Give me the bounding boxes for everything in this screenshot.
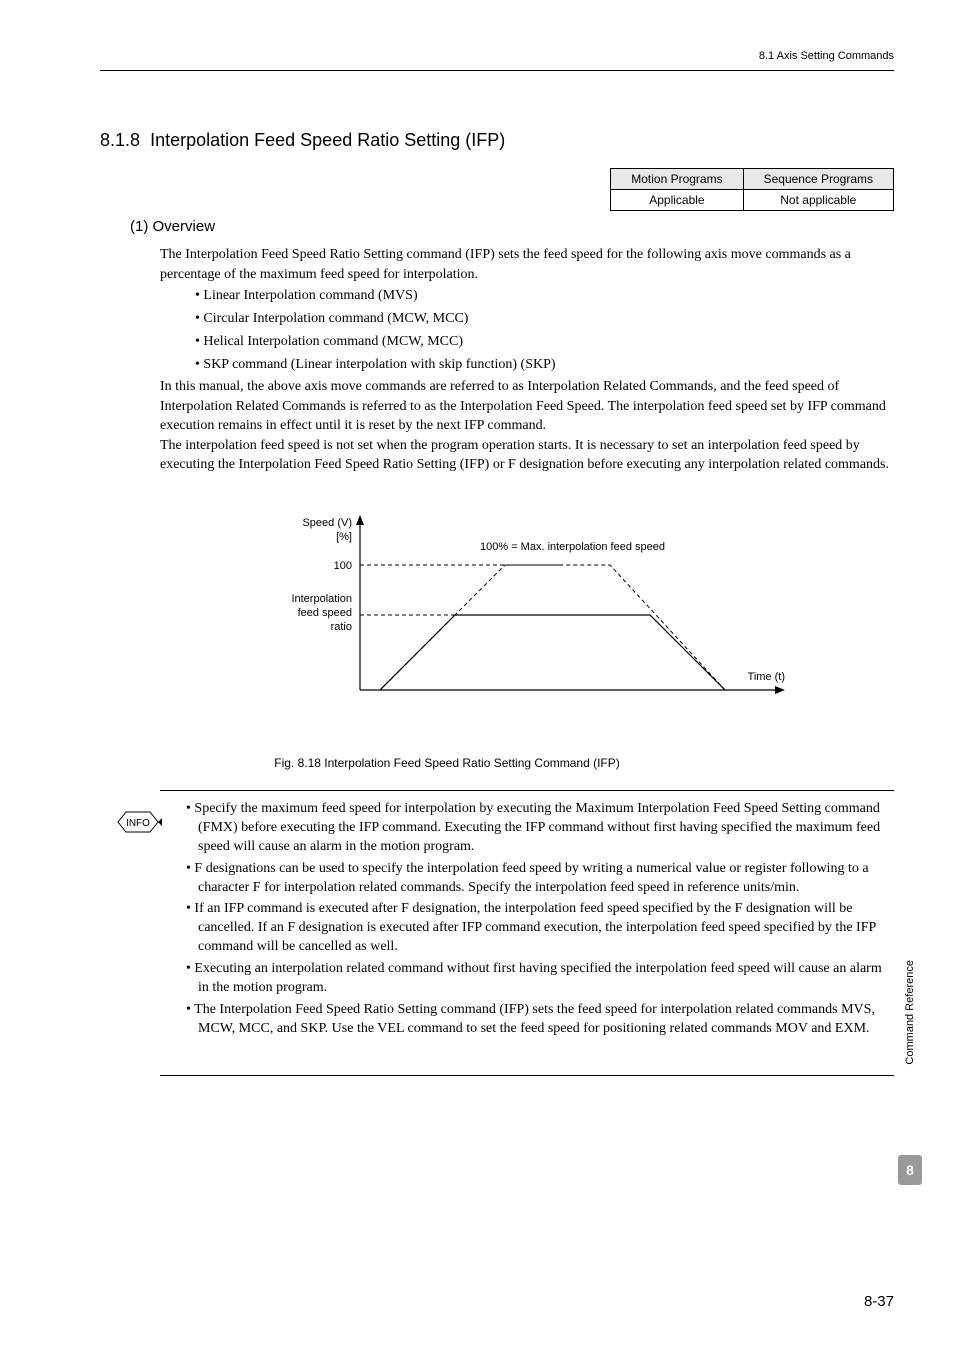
- info-bottom-rule: [160, 1075, 894, 1076]
- diag-ylabel3a: Interpolation: [291, 593, 352, 605]
- diagram-svg: Speed (V) [%] 100 Interpolation feed spe…: [280, 510, 810, 730]
- info-section: [160, 790, 894, 799]
- info-badge-svg: INFO: [112, 810, 164, 834]
- diag-ylabel2: [%]: [336, 531, 352, 543]
- info-badge-text: INFO: [126, 818, 150, 829]
- list-item: Helical Interpolation command (MCW, MCC): [195, 331, 556, 352]
- figure-caption: Fig. 8.18 Interpolation Feed Speed Ratio…: [0, 756, 894, 770]
- diag-xlabel: Time (t): [748, 671, 785, 683]
- list-item: SKP command (Linear interpolation with s…: [195, 354, 556, 375]
- section-title: 8.1.8 Interpolation Feed Speed Ratio Set…: [100, 130, 505, 151]
- diag-annotation: 100% = Max. interpolation feed speed: [480, 541, 665, 553]
- page-number: 8-37: [864, 1293, 894, 1310]
- info-badge: INFO: [112, 810, 164, 834]
- info-top-rule: [160, 790, 894, 791]
- chapter-tab: 8: [898, 1155, 922, 1185]
- speed-diagram: Speed (V) [%] 100 Interpolation feed spe…: [280, 510, 780, 720]
- list-item: Linear Interpolation command (MVS): [195, 285, 556, 306]
- info-item: Specify the maximum feed speed for inter…: [186, 800, 894, 857]
- applicability-table: Motion Programs Sequence Programs Applic…: [610, 168, 894, 211]
- table-cell-1: Applicable: [611, 190, 743, 211]
- section-title-text: Interpolation Feed Speed Ratio Setting (…: [150, 130, 505, 150]
- info-list: Specify the maximum feed speed for inter…: [186, 800, 894, 1042]
- subsection-title: (1) Overview: [130, 218, 215, 235]
- info-item: The Interpolation Feed Speed Ratio Setti…: [186, 1001, 894, 1039]
- side-label: Command Reference: [904, 960, 916, 1065]
- overview-para2-text: In this manual, the above axis move comm…: [160, 379, 886, 433]
- header-rule: [100, 70, 894, 71]
- overview-list: Linear Interpolation command (MVS) Circu…: [195, 285, 556, 377]
- subsection-number: (1): [130, 218, 148, 235]
- diag-ylabel1: Speed (V): [302, 517, 352, 529]
- info-item: F designations can be used to specify th…: [186, 860, 894, 898]
- diag-ylabel3b: feed speed: [298, 607, 352, 619]
- overview-paragraph-1: The Interpolation Feed Speed Ratio Setti…: [160, 245, 894, 284]
- info-item: Executing an interpolation related comma…: [186, 960, 894, 998]
- overview-paragraph-2: In this manual, the above axis move comm…: [160, 377, 894, 475]
- header-breadcrumb: 8.1 Axis Setting Commands: [759, 50, 894, 62]
- table-header-2: Sequence Programs: [743, 169, 893, 190]
- section-number: 8.1.8: [100, 130, 140, 150]
- info-item: If an IFP command is executed after F de…: [186, 900, 894, 957]
- list-item: Circular Interpolation command (MCW, MCC…: [195, 308, 556, 329]
- overview-para3-text: The interpolation feed speed is not set …: [160, 438, 889, 473]
- table-cell-2: Not applicable: [743, 190, 893, 211]
- table-header-1: Motion Programs: [611, 169, 743, 190]
- diag-ylabel3c: ratio: [331, 621, 352, 633]
- diag-ytick: 100: [334, 560, 352, 572]
- subsection-title-text: Overview: [153, 218, 216, 235]
